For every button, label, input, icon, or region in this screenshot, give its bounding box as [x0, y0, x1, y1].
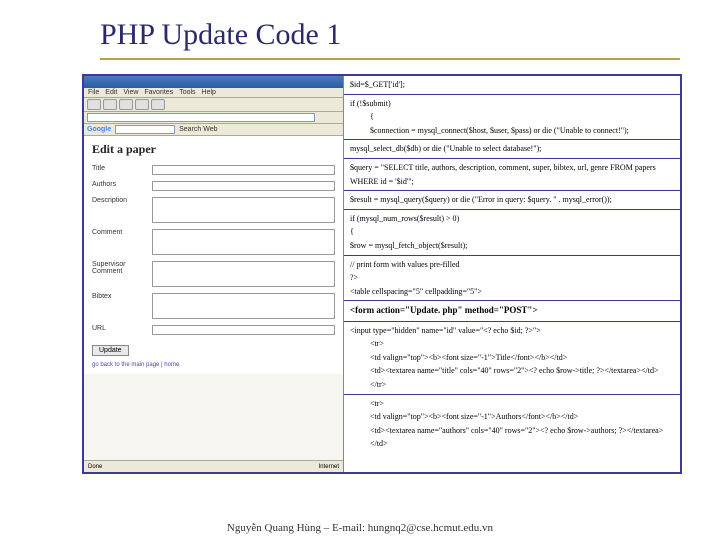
code-line-form: <form action="Update. php" method="POST"… — [344, 301, 680, 321]
forward-button[interactable] — [103, 99, 117, 110]
nav-toolbar — [84, 98, 343, 112]
page-content: Edit a paper Title Authors Description — [84, 136, 343, 374]
code-block-printform: // print form with values pre-filled ?> … — [344, 256, 680, 302]
input-authors[interactable] — [152, 181, 335, 191]
label-bibtex: Bibtex — [92, 293, 152, 300]
textarea-bibtex[interactable] — [152, 293, 335, 319]
menu-file: File — [88, 89, 99, 96]
menu-edit: Edit — [105, 89, 117, 96]
window-titlebar — [84, 76, 343, 88]
update-button[interactable]: Update — [92, 345, 129, 356]
menu-tools: Tools — [179, 89, 195, 96]
stop-button[interactable] — [119, 99, 133, 110]
slide-footer: Nguyễn Quang Hùng – E-mail: hungnq2@cse.… — [0, 522, 720, 534]
url-input[interactable] — [87, 113, 315, 122]
content-box: File Edit View Favorites Tools Help — [82, 74, 682, 474]
menu-favorites: Favorites — [144, 89, 173, 96]
code-block-authors: <tr> <td valign="top"><b><font size="-1"… — [344, 395, 680, 453]
menu-view: View — [123, 89, 138, 96]
home-button[interactable] — [151, 99, 165, 110]
code-block-hidden-title: <input type="hidden" name="id" value="<?… — [344, 322, 680, 395]
code-line-1: $id=$_GET['id']; — [344, 76, 680, 95]
code-block-if: if (!$submit) { $connection = mysql_conn… — [344, 95, 680, 141]
search-web-label: Search Web — [179, 126, 217, 133]
title-underline — [100, 58, 680, 60]
address-bar — [84, 112, 343, 124]
google-search-input[interactable] — [115, 125, 175, 134]
label-title: Title — [92, 165, 152, 172]
textarea-comment[interactable] — [152, 229, 335, 255]
footer-links[interactable]: go back to the main page | home — [92, 362, 335, 368]
google-logo: Google — [87, 126, 111, 133]
code-line-selectdb: mysql_select_db($db) or die ("Unable to … — [344, 140, 680, 159]
label-supervisor: Supervisor Comment — [92, 261, 152, 275]
label-authors: Authors — [92, 181, 152, 188]
textarea-supervisor[interactable] — [152, 261, 335, 287]
menu-bar: File Edit View Favorites Tools Help — [84, 88, 343, 98]
google-toolbar: Google Search Web — [84, 124, 343, 136]
status-internet: Internet — [319, 464, 339, 470]
label-url: URL — [92, 325, 152, 332]
slide-title: PHP Update Code 1 — [100, 18, 690, 52]
input-title[interactable] — [152, 165, 335, 175]
code-line-query: $query = "SELECT title, authors, descrip… — [344, 159, 680, 191]
menu-help: Help — [202, 89, 216, 96]
back-button[interactable] — [87, 99, 101, 110]
refresh-button[interactable] — [135, 99, 149, 110]
textarea-description[interactable] — [152, 197, 335, 223]
label-comment: Comment — [92, 229, 152, 236]
status-bar: Done Internet — [84, 460, 343, 472]
status-done: Done — [88, 464, 102, 470]
label-description: Description — [92, 197, 152, 204]
code-column: $id=$_GET['id']; if (!$submit) { $connec… — [344, 76, 680, 472]
code-block-numrows: if (mysql_num_rows($result) > 0) { $row … — [344, 210, 680, 256]
page-heading: Edit a paper — [92, 142, 335, 157]
input-url[interactable] — [152, 325, 335, 335]
browser-screenshot: File Edit View Favorites Tools Help — [84, 76, 344, 472]
code-line-result: $result = mysql_query($query) or die ("E… — [344, 191, 680, 210]
